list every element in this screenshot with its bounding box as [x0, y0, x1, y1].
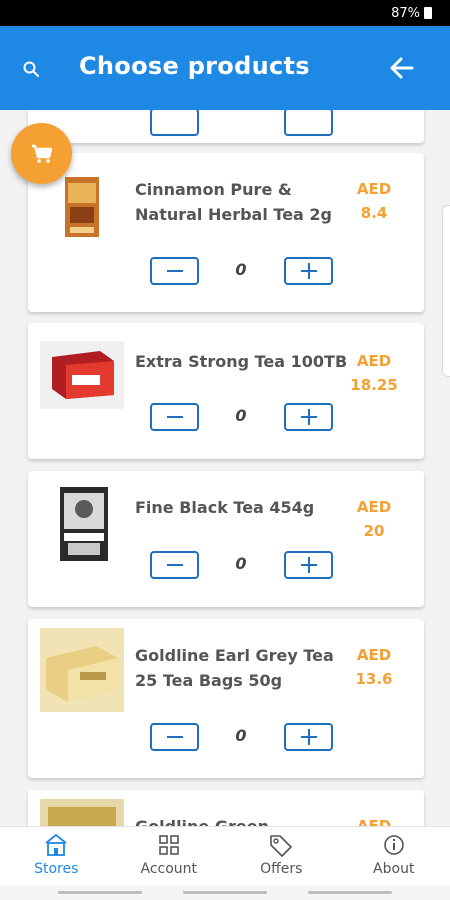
store-icon — [45, 833, 67, 856]
product-name: Fine Black Tea 454g — [135, 498, 315, 517]
product-image — [40, 341, 124, 409]
product-price: AED 8.4 — [356, 180, 392, 222]
product-image — [40, 628, 124, 712]
increment-button[interactable] — [284, 403, 333, 431]
product-card: Cinnamon Pure & Natural Herbal Tea 2g AE… — [28, 153, 424, 312]
tag-icon — [270, 835, 293, 857]
cart-button[interactable] — [11, 123, 72, 184]
nav-item-account[interactable]: Account — [113, 827, 226, 886]
product-price: AED 13.6 — [355, 646, 393, 688]
nav-item-stores[interactable]: Stores — [0, 827, 113, 886]
product-name: Cinnamon Pure & Natural Herbal Tea 2g — [135, 180, 332, 224]
app-bar: Choose products — [0, 26, 450, 110]
quantity-value: 0 — [235, 406, 247, 425]
nav-label: Account — [140, 861, 198, 877]
product-card: Goldline Green AED — [28, 790, 424, 826]
product-price: AED 18.25 — [350, 352, 398, 394]
nav-handle[interactable] — [308, 891, 392, 894]
nav-item-about[interactable]: About — [338, 827, 450, 886]
battery-percent: 87% — [391, 5, 420, 21]
back-arrow-icon[interactable] — [389, 56, 415, 80]
grid-icon — [158, 835, 179, 855]
increment-button[interactable] — [284, 551, 333, 579]
search-icon[interactable] — [22, 60, 40, 78]
product-image — [58, 485, 110, 563]
increment-button[interactable] — [284, 257, 333, 285]
decrement-button[interactable] — [150, 110, 199, 136]
product-card: Extra Strong Tea 100TB AED 18.25 0 — [28, 323, 424, 459]
status-bar: 87% — [0, 0, 450, 26]
increment-button[interactable] — [284, 110, 333, 136]
battery-icon — [424, 7, 432, 19]
nav-label: Stores — [34, 861, 79, 877]
info-icon — [383, 835, 404, 855]
product-list[interactable]: Cinnamon Pure & Natural Herbal Tea 2g AE… — [0, 110, 450, 826]
scrollbar[interactable] — [442, 205, 450, 377]
increment-button[interactable] — [284, 723, 333, 751]
decrement-button[interactable] — [150, 723, 199, 751]
product-card: Goldline Earl Grey Tea 25 Tea Bags 50g A… — [28, 619, 424, 778]
product-card: Fine Black Tea 454g AED 20 0 — [28, 471, 424, 607]
bottom-navigation: Stores Account Offers About — [0, 826, 450, 886]
quantity-value: 0 — [235, 554, 247, 573]
nav-handle[interactable] — [183, 891, 267, 894]
system-navigation-bar — [0, 886, 450, 900]
product-price: AED — [356, 817, 392, 826]
product-name: Goldline Green — [135, 814, 355, 826]
decrement-button[interactable] — [150, 403, 199, 431]
nav-item-offers[interactable]: Offers — [225, 827, 338, 886]
quantity-value: 0 — [235, 260, 247, 279]
quantity-value: 0 — [235, 726, 247, 745]
page-title: Choose products — [79, 52, 310, 80]
nav-label: About — [373, 861, 415, 877]
product-name: Extra Strong Tea 100TB — [135, 352, 348, 371]
product-card-previous — [28, 110, 424, 143]
decrement-button[interactable] — [150, 257, 199, 285]
nav-label: Offers — [260, 861, 303, 877]
product-image — [64, 173, 100, 241]
product-price: AED 20 — [356, 498, 392, 540]
nav-handle[interactable] — [58, 891, 142, 894]
decrement-button[interactable] — [150, 551, 199, 579]
product-name: Goldline Earl Grey Tea 25 Tea Bags 50g — [135, 646, 334, 690]
cart-icon — [31, 144, 52, 163]
product-image — [40, 799, 124, 826]
